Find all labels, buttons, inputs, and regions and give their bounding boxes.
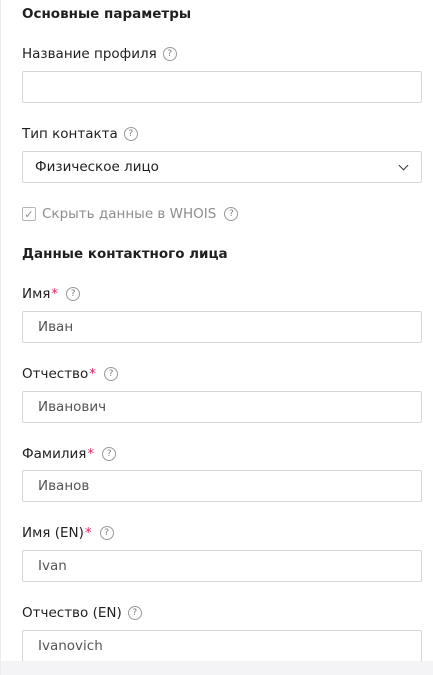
profile-name-label: Название профиля ?: [22, 46, 177, 62]
question-circle-icon[interactable]: ?: [123, 127, 138, 141]
question-circle-icon[interactable]: ?: [66, 287, 81, 301]
profile-name-input[interactable]: [22, 71, 422, 103]
checkmark-icon: ✓: [24, 207, 34, 221]
required-mark: *: [51, 286, 59, 302]
last-name-input[interactable]: Иванов: [22, 470, 422, 502]
question-circle-icon[interactable]: ?: [127, 606, 142, 620]
profile-name-label-text: Название профиля: [22, 46, 157, 62]
contact-type-select[interactable]: Физическое лицо: [22, 151, 422, 183]
first-name-en-label: Имя (EN) * ?: [22, 525, 114, 541]
patronymic-input[interactable]: Иванович: [22, 391, 422, 423]
last-name-label: Фамилия * ?: [22, 446, 117, 462]
first-name-label: Имя * ?: [22, 286, 81, 302]
patronymic-en-label: Отчество (EN) ?: [22, 605, 142, 621]
section-title-contact: Данные контактного лица: [22, 246, 228, 262]
last-name-label-text: Фамилия: [22, 446, 87, 462]
profile-form: Основные параметры Название профиля ? Ти…: [0, 0, 433, 675]
question-circle-icon[interactable]: ?: [102, 447, 117, 461]
question-circle-icon[interactable]: ?: [99, 526, 114, 540]
section-title-basic: Основные параметры: [22, 6, 192, 22]
question-circle-icon[interactable]: ?: [104, 367, 119, 381]
bottom-strip: [1, 661, 433, 675]
required-mark: *: [84, 525, 92, 541]
chevron-down-icon: [398, 160, 409, 170]
patronymic-en-input[interactable]: Ivanovich: [22, 630, 422, 662]
patronymic-label-text: Отчество: [22, 366, 89, 382]
contact-type-selected-value: Физическое лицо: [35, 159, 159, 175]
question-circle-icon[interactable]: ?: [224, 207, 239, 221]
required-mark: *: [87, 446, 95, 462]
first-name-en-label-text: Имя (EN): [22, 525, 84, 541]
first-name-en-input[interactable]: Ivan: [22, 550, 422, 582]
required-mark: *: [89, 366, 97, 382]
first-name-label-text: Имя: [22, 286, 51, 302]
patronymic-label: Отчество * ?: [22, 366, 119, 382]
first-name-input[interactable]: Иван: [22, 311, 422, 343]
hide-whois-label: Скрыть данные в WHOIS: [42, 206, 217, 222]
hide-whois-row: ✓ Скрыть данные в WHOIS ?: [22, 206, 239, 222]
hide-whois-checkbox[interactable]: ✓: [22, 207, 36, 221]
question-circle-icon[interactable]: ?: [162, 47, 177, 61]
patronymic-en-label-text: Отчество (EN): [22, 605, 122, 621]
contact-type-label-text: Тип контакта: [22, 126, 118, 142]
contact-type-label: Тип контакта ?: [22, 126, 138, 142]
